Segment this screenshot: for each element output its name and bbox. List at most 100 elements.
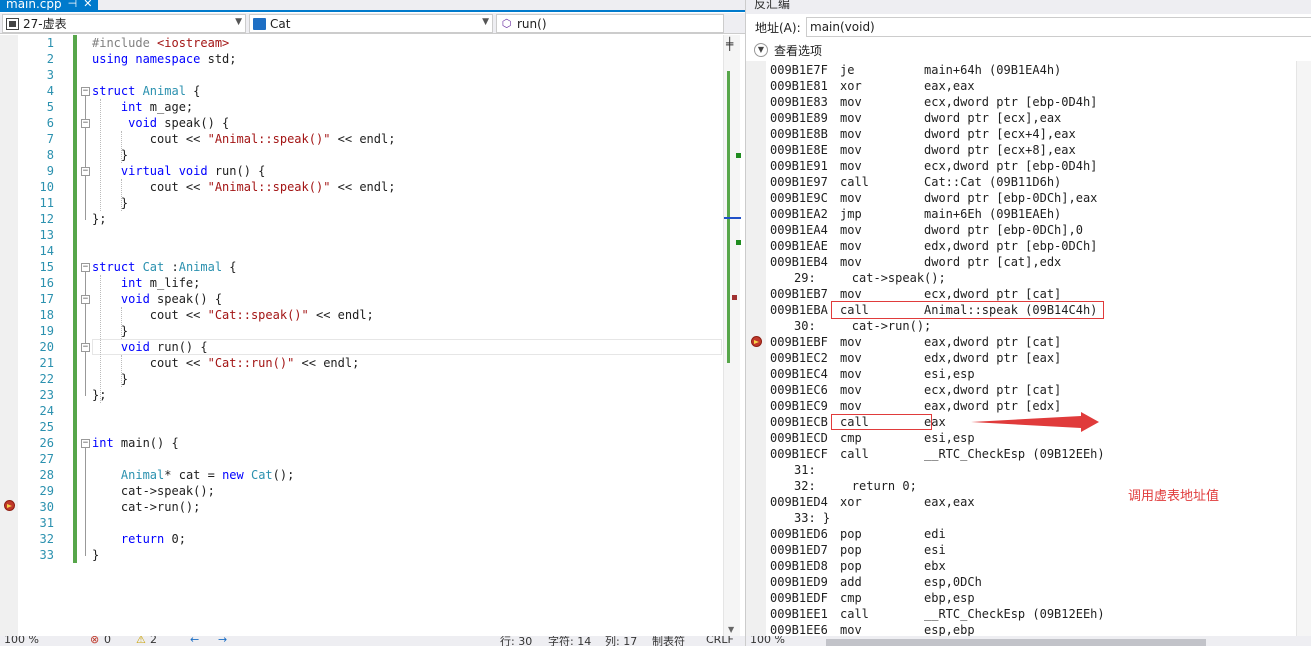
collapse-icon[interactable]: − [81, 167, 90, 176]
code-line[interactable]: } [92, 195, 128, 211]
code-line[interactable]: cout << "Animal::speak()" << endl; [92, 131, 396, 147]
split-window-icon[interactable]: ╪ [726, 37, 733, 51]
asm-row[interactable]: 009B1E91 mov ecx,dword ptr [ebp-0D4h] [770, 158, 1097, 174]
horizontal-scrollbar[interactable] [826, 639, 1206, 646]
code-line[interactable]: return 0; [92, 531, 186, 547]
collapse-icon[interactable]: − [81, 439, 90, 448]
asm-row[interactable]: 009B1ED9 add esp,0DCh [770, 574, 982, 590]
code-line[interactable]: #include <iostream> [92, 35, 229, 51]
asm-row[interactable]: 009B1EB4 mov dword ptr [cat],edx [770, 254, 1061, 270]
asm-row[interactable]: 009B1E81 xor eax,eax [770, 78, 975, 94]
code-area[interactable]: 1 #include <iostream> 2 using namespace std… [18, 35, 723, 636]
code-line[interactable]: } [92, 147, 128, 163]
code-line[interactable]: struct Cat :Animal { [92, 259, 237, 275]
code-line[interactable]: cat->speak(); [92, 483, 215, 499]
line-number: 15 [39, 260, 54, 274]
asm-row[interactable]: 009B1EC4 mov esi,esp [770, 366, 975, 382]
asm-row[interactable]: 009B1ED6 pop edi [770, 526, 946, 542]
code-token: main() { [120, 436, 179, 450]
code-line[interactable]: cout << "Cat::speak()" << endl; [92, 307, 374, 323]
asm-row[interactable]: 009B1E8B mov dword ptr [ecx+4],eax [770, 126, 1076, 142]
asm-row[interactable]: 009B1EE1 call __RTC_CheckEsp (09B12EEh) [770, 606, 1105, 622]
asm-row[interactable]: 009B1ECF call __RTC_CheckEsp (09B12EEh) [770, 446, 1105, 462]
error-count[interactable]: 0 [104, 636, 111, 646]
class-dropdown[interactable]: Cat ▼ [249, 14, 493, 33]
disasm-margin[interactable] [746, 61, 766, 636]
nav-forward-icon[interactable]: → [218, 636, 227, 646]
asm-row[interactable]: 009B1E97 call Cat::Cat (09B11D6h) [770, 174, 1061, 190]
asm-row[interactable]: 009B1E9C mov dword ptr [ebp-0DCh],eax [770, 190, 1097, 206]
asm-row[interactable]: 009B1EC2 mov edx,dword ptr [eax] [770, 350, 1061, 366]
code-line[interactable]: Animal* cat = new Cat(); [92, 467, 294, 483]
disasm-vertical-scrollbar[interactable] [1296, 61, 1311, 636]
pin-icon[interactable]: ⊣ [68, 0, 78, 10]
code-line[interactable]: int m_age; [92, 99, 193, 115]
asm-row[interactable]: 009B1EA2 jmp main+6Eh (09B1EAEh) [770, 206, 1061, 222]
breakpoint-margin[interactable] [0, 35, 18, 636]
disassembly-listing[interactable]: 调用虚表地址值 009B1E7F je main+64h (09B1EA4h) 009… [766, 61, 1296, 636]
zoom-level[interactable]: 100 % [4, 636, 39, 646]
asm-row[interactable]: 009B1ED8 pop ebx [770, 558, 946, 574]
editor-vertical-scrollbar[interactable]: ╪ ▼ [723, 35, 741, 636]
code-line[interactable]: } [92, 323, 128, 339]
asm-operands: ecx,dword ptr [cat] [924, 287, 1062, 301]
asm-row[interactable]: 009B1EC6 mov ecx,dword ptr [cat] [770, 382, 1061, 398]
tab-main-cpp[interactable]: main.cpp ⊣ ✕ [0, 0, 99, 10]
asm-row[interactable]: 009B1EB7 mov ecx,dword ptr [cat] [770, 286, 1061, 302]
code-line[interactable]: int main() { [92, 435, 179, 451]
asm-row[interactable]: 009B1EA4 mov dword ptr [ebp-0DCh],0 [770, 222, 1083, 238]
asm-row[interactable]: 009B1EAE mov edx,dword ptr [ebp-0DCh] [770, 238, 1097, 254]
code-token: return [92, 532, 172, 546]
code-line[interactable]: struct Animal { [92, 83, 200, 99]
line-number: 3 [46, 68, 54, 82]
collapse-icon[interactable]: − [81, 263, 90, 272]
asm-row[interactable]: 009B1ED4 xor eax,eax [770, 494, 975, 510]
code-line[interactable]: cout << "Cat::run()" << endl; [92, 355, 360, 371]
asm-row[interactable]: 009B1E83 mov ecx,dword ptr [ebp-0D4h] [770, 94, 1097, 110]
collapse-icon[interactable]: − [81, 119, 90, 128]
source-line: 29: cat->speak(); [794, 271, 946, 285]
asm-row[interactable]: 009B1E7F je main+64h (09B1EA4h) [770, 62, 1061, 78]
line-number: 9 [46, 164, 54, 178]
asm-operands: eax [924, 415, 946, 429]
scope-dropdown[interactable]: 27-虚表 ▼ [2, 14, 246, 33]
code-token: cout << [92, 356, 208, 370]
method-dropdown[interactable]: ⬡ run() [496, 14, 724, 33]
code-line[interactable]: using namespace std; [92, 51, 237, 67]
asm-address: 009B1ED7 [770, 543, 828, 557]
code-line[interactable]: cat->run(); [92, 499, 200, 515]
asm-row[interactable]: 009B1E8E mov dword ptr [ecx+8],eax [770, 142, 1076, 158]
asm-row[interactable]: 009B1ECB call eax [770, 414, 946, 430]
code-line[interactable]: void speak() { [92, 291, 222, 307]
warning-count[interactable]: 2 [150, 636, 157, 646]
class-icon [253, 17, 266, 30]
source-line: 32: return 0; [794, 479, 917, 493]
zoom-level[interactable]: 100 % [750, 636, 785, 646]
asm-row[interactable]: 009B1EDF cmp ebp,esp [770, 590, 975, 606]
code-line[interactable]: int m_life; [92, 275, 200, 291]
collapse-icon[interactable]: − [81, 295, 90, 304]
code-token: void [92, 292, 158, 306]
code-line[interactable]: virtual void run() { [92, 163, 266, 179]
asm-row[interactable]: 009B1ED7 pop esi [770, 542, 946, 558]
asm-row[interactable]: 009B1ECD cmp esi,esp [770, 430, 975, 446]
asm-row[interactable]: 009B1EBA call Animal::speak (09B14C4h) [770, 302, 1097, 318]
code-line[interactable]: cout << "Animal::speak()" << endl; [92, 179, 396, 195]
asm-row[interactable]: 009B1EE6 mov esp,ebp [770, 622, 975, 636]
view-options[interactable]: ▼ 查看选项 [746, 40, 1311, 60]
code-line[interactable]: void speak() { [92, 115, 229, 131]
collapse-icon[interactable]: − [81, 87, 90, 96]
nav-back-icon[interactable]: ← [190, 636, 199, 646]
code-line[interactable]: } [92, 371, 128, 387]
collapse-icon[interactable]: − [81, 343, 90, 352]
chevron-down-icon[interactable]: ▼ [754, 43, 768, 57]
code-line[interactable]: }; [92, 211, 106, 227]
scroll-down-icon[interactable]: ▼ [728, 625, 734, 634]
asm-row[interactable]: 009B1EBF mov eax,dword ptr [cat] [770, 334, 1061, 350]
address-input[interactable]: main(void) [806, 17, 1311, 37]
asm-row[interactable]: 009B1E89 mov dword ptr [ecx],eax [770, 110, 1061, 126]
code-line[interactable]: } [92, 547, 99, 563]
asm-row[interactable]: 009B1EC9 mov eax,dword ptr [edx] [770, 398, 1061, 414]
asm-address: 009B1E81 [770, 79, 828, 93]
close-icon[interactable]: ✕ [83, 0, 92, 10]
